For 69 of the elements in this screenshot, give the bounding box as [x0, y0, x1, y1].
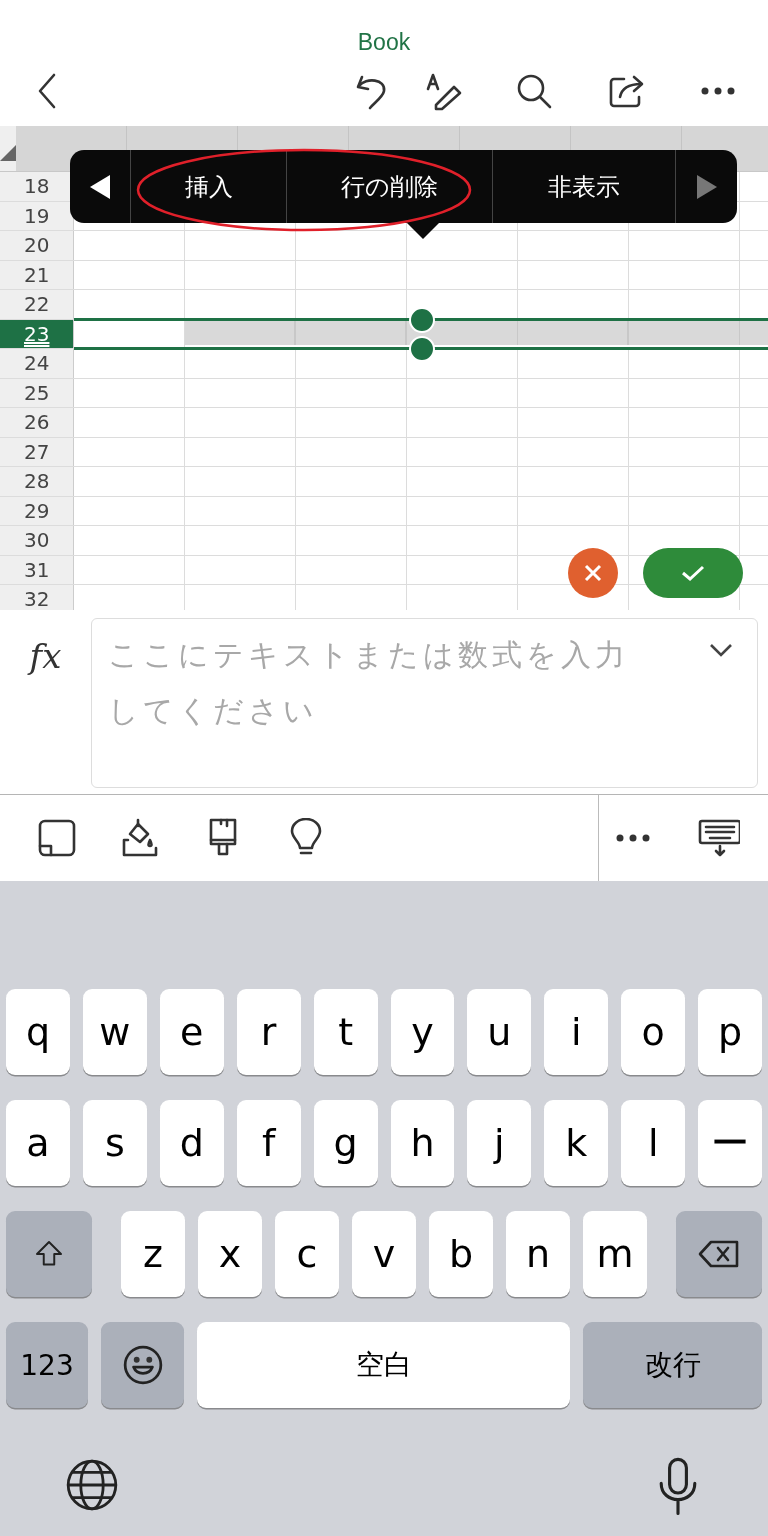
- letter-key[interactable]: q: [6, 989, 70, 1075]
- keyboard-icon: [696, 818, 740, 858]
- chevron-down-icon[interactable]: [709, 643, 733, 657]
- letter-key[interactable]: s: [82, 1100, 147, 1186]
- row-header[interactable]: 29: [0, 496, 74, 525]
- globe-icon: [64, 1457, 120, 1513]
- row-header[interactable]: 24: [0, 349, 74, 378]
- row-header[interactable]: 23: [0, 319, 74, 348]
- letter-key[interactable]: i: [544, 989, 609, 1075]
- row-header[interactable]: 32: [0, 585, 74, 610]
- letter-key[interactable]: h: [390, 1100, 455, 1186]
- shift-key[interactable]: [6, 1211, 92, 1297]
- confirm-button[interactable]: [643, 548, 743, 598]
- paint-bucket-icon: [120, 818, 160, 858]
- row-header[interactable]: 31: [0, 555, 74, 584]
- letter-key[interactable]: k: [544, 1100, 609, 1186]
- letter-key[interactable]: o: [621, 989, 686, 1075]
- panel-icon: [37, 818, 77, 858]
- check-icon: [681, 565, 705, 581]
- letter-key[interactable]: d: [159, 1100, 224, 1186]
- letter-key[interactable]: l: [621, 1100, 686, 1186]
- menu-item[interactable]: 挿入: [131, 150, 287, 223]
- return-key[interactable]: 改行: [583, 1322, 762, 1408]
- numbers-key[interactable]: 123: [6, 1322, 88, 1408]
- space-key[interactable]: 空白: [197, 1322, 570, 1408]
- row-header[interactable]: 30: [0, 526, 74, 555]
- letter-key[interactable]: w: [82, 989, 147, 1075]
- right-triangle-icon: [696, 174, 717, 199]
- letter-pencil-icon: [424, 71, 464, 111]
- menu-item[interactable]: 非表示: [493, 150, 676, 223]
- window-title: Book: [357, 29, 411, 56]
- letter-key[interactable]: c: [275, 1211, 339, 1297]
- letter-key[interactable]: u: [467, 989, 532, 1075]
- letter-key[interactable]: t: [313, 989, 378, 1075]
- row-header[interactable]: 25: [0, 378, 74, 407]
- row-header[interactable]: 22: [0, 290, 74, 319]
- letter-key[interactable]: f: [236, 1100, 301, 1186]
- row-header[interactable]: 21: [0, 260, 74, 289]
- letter-key[interactable]: a: [6, 1100, 70, 1186]
- letter-key[interactable]: v: [352, 1211, 416, 1297]
- letter-key[interactable]: p: [698, 989, 763, 1075]
- more-icon: [701, 87, 735, 95]
- letter-key[interactable]: e: [159, 989, 224, 1075]
- row-header[interactable]: 20: [0, 231, 74, 260]
- letter-key[interactable]: n: [506, 1211, 570, 1297]
- emoji-key[interactable]: [101, 1322, 184, 1408]
- row-header[interactable]: 26: [0, 408, 74, 437]
- letter-key[interactable]: g: [313, 1100, 378, 1186]
- letter-key[interactable]: b: [429, 1211, 493, 1297]
- row-header[interactable]: 28: [0, 467, 74, 496]
- more-icon: [616, 834, 650, 842]
- menu-item[interactable]: 行の削除: [287, 150, 493, 223]
- backspace-key[interactable]: [676, 1211, 762, 1297]
- row-header[interactable]: 19: [0, 201, 74, 230]
- letter-key[interactable]: j: [467, 1100, 532, 1186]
- select-all-icon[interactable]: [0, 145, 16, 161]
- letter-key[interactable]: ー: [698, 1100, 763, 1186]
- smiley-icon: [121, 1344, 164, 1386]
- backspace-icon: [697, 1239, 741, 1269]
- letter-key[interactable]: m: [583, 1211, 647, 1297]
- row-header[interactable]: 27: [0, 437, 74, 466]
- letter-key[interactable]: x: [198, 1211, 262, 1297]
- letter-key[interactable]: z: [121, 1211, 185, 1297]
- function-label: fx: [26, 635, 63, 678]
- close-icon: [584, 564, 602, 582]
- letter-key[interactable]: y: [390, 989, 455, 1075]
- left-triangle-icon: [90, 174, 110, 199]
- letter-key[interactable]: r: [236, 989, 301, 1075]
- formula-field[interactable]: ここにテキストまたは数式を入力してください: [91, 618, 758, 788]
